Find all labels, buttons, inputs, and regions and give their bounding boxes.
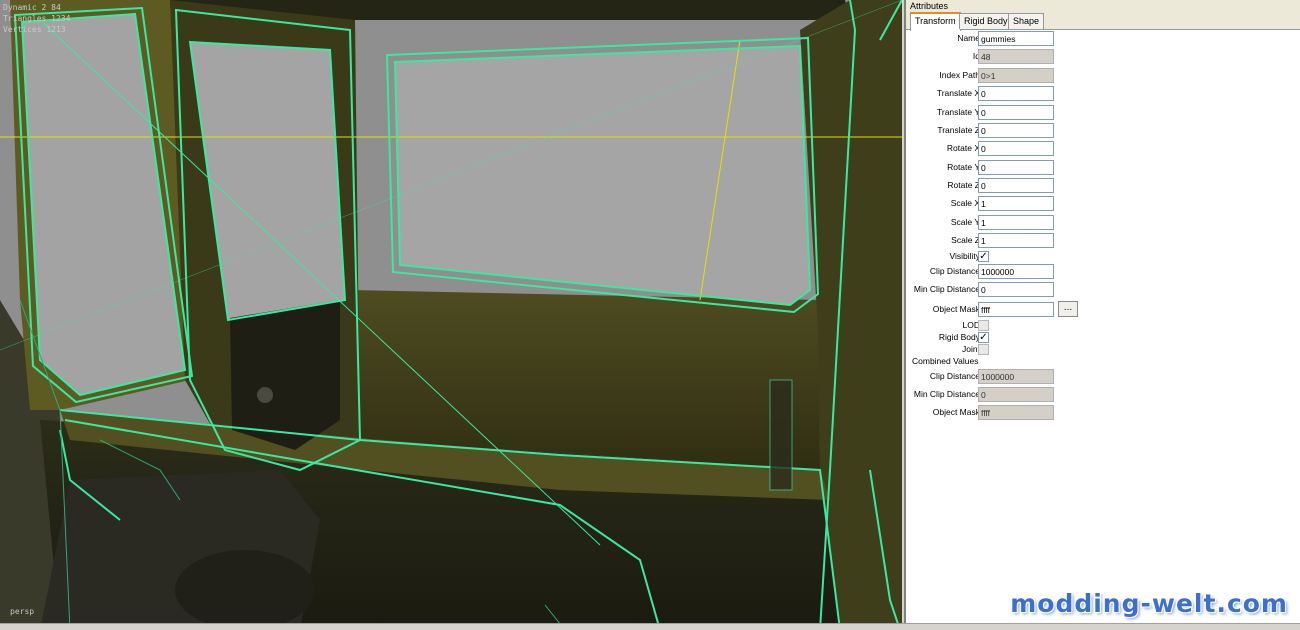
field-label: Object Mask: [932, 407, 980, 417]
field-label: Rotate Y: [947, 162, 980, 172]
min-clip-distance-input[interactable]: 0: [978, 282, 1054, 297]
field-id: Id 48: [906, 49, 1300, 66]
joint-checkbox[interactable]: [978, 344, 989, 355]
rotate-z-input[interactable]: 0: [978, 178, 1054, 193]
field-label: Translate Y: [937, 107, 980, 117]
viewport-stats: Dynamic 2 84 Triangles 1234 Vertices 121…: [3, 2, 70, 35]
field-label: Rigid Body: [938, 332, 980, 342]
combined-values-heading: Combined Values: [912, 356, 979, 366]
field-label: Index Path: [939, 70, 980, 80]
field-label: Clip Distance: [929, 266, 980, 276]
field-object-mask: Object Mask ffff ...: [906, 301, 1300, 319]
field-combined-clip-distance: Clip Distance 1000000: [906, 369, 1300, 386]
field-label: Rotate Z: [947, 180, 980, 190]
field-label: Scale Y: [950, 217, 980, 227]
attributes-panel: Attributes Transform Rigid Body Shape Na…: [904, 0, 1300, 624]
translate-y-input[interactable]: 0: [978, 105, 1054, 120]
field-scale-x: Scale X 1: [906, 196, 1300, 213]
cab-render: [0, 0, 902, 630]
field-min-clip-distance: Min Clip Distance 0: [906, 282, 1300, 299]
id-input: 48: [978, 49, 1054, 64]
field-label: Scale Z: [951, 235, 980, 245]
scale-y-input[interactable]: 1: [978, 215, 1054, 230]
field-name: Name gummies: [906, 31, 1300, 48]
rotate-y-input[interactable]: 0: [978, 160, 1054, 175]
name-input[interactable]: gummies: [978, 31, 1054, 46]
rotate-x-input[interactable]: 0: [978, 141, 1054, 156]
field-label: Clip Distance: [929, 371, 980, 381]
stat-line: Dynamic 2 84: [3, 3, 61, 12]
field-translate-z: Translate Z 0: [906, 123, 1300, 140]
field-rotate-x: Rotate X 0: [906, 141, 1300, 158]
combined-clip-distance-value: 1000000: [978, 369, 1054, 384]
combined-object-mask-value: ffff: [978, 405, 1054, 420]
field-label: Object Mask: [932, 304, 980, 314]
status-strip: [0, 623, 1300, 630]
translate-x-input[interactable]: 0: [978, 86, 1054, 101]
field-rotate-y: Rotate Y 0: [906, 160, 1300, 177]
field-label: Min Clip Distance: [913, 284, 980, 294]
watermark: modding-welt.com: [1010, 589, 1288, 618]
field-label: Min Clip Distance: [913, 389, 980, 399]
combined-min-clip-distance-value: 0: [978, 387, 1054, 402]
scale-x-input[interactable]: 1: [978, 196, 1054, 211]
field-translate-x: Translate X 0: [906, 86, 1300, 103]
field-label: Scale X: [950, 198, 980, 208]
object-mask-browse-button[interactable]: ...: [1058, 301, 1078, 317]
tab-shape[interactable]: Shape: [1008, 13, 1045, 29]
field-clip-distance: Clip Distance 1000000: [906, 264, 1300, 281]
camera-label: persp: [10, 607, 35, 616]
stat-line: Vertices 1213: [3, 25, 66, 34]
stat-line: Triangles 1234: [3, 14, 71, 23]
3d-viewport[interactable]: Dynamic 2 84 Triangles 1234 Vertices 121…: [0, 0, 902, 630]
visibility-checkbox[interactable]: ✓: [978, 251, 989, 262]
field-index-path: Index Path 0>1: [906, 68, 1300, 85]
index-path-input: 0>1: [978, 68, 1054, 83]
field-combined-object-mask: Object Mask ffff: [906, 405, 1300, 422]
clip-distance-input[interactable]: 1000000: [978, 264, 1054, 279]
field-scale-y: Scale Y 1: [906, 215, 1300, 232]
field-label: Translate X: [936, 88, 980, 98]
field-scale-z: Scale Z 1: [906, 233, 1300, 250]
tab-rigid-body[interactable]: Rigid Body: [959, 13, 1013, 29]
scale-z-input[interactable]: 1: [978, 233, 1054, 248]
field-label: Visibility: [949, 251, 980, 261]
field-combined-min-clip-distance: Min Clip Distance 0: [906, 387, 1300, 404]
field-label: Rotate X: [946, 143, 980, 153]
translate-z-input[interactable]: 0: [978, 123, 1054, 138]
object-mask-input[interactable]: ffff: [978, 302, 1054, 317]
field-label: Translate Z: [937, 125, 980, 135]
tab-bar: Transform Rigid Body Shape: [906, 12, 1300, 31]
field-label: Name: [957, 33, 980, 43]
field-rotate-z: Rotate Z 0: [906, 178, 1300, 195]
field-translate-y: Translate Y 0: [906, 105, 1300, 122]
tab-transform[interactable]: Transform: [910, 12, 961, 31]
panel-title: Attributes: [906, 0, 1300, 12]
